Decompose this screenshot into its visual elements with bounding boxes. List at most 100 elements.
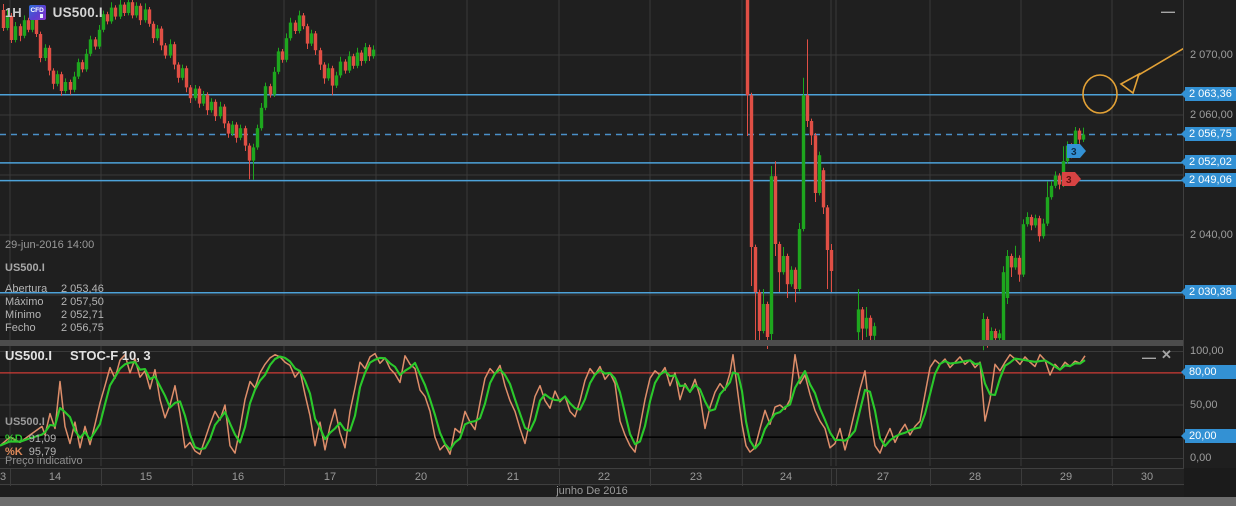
price-axis[interactable]: 2 070,00 2 060,00 2 040,00 2 063,36 2 056,75…: [1181, 0, 1236, 468]
date-cell-border: [831, 469, 832, 486]
candle-body: [280, 51, 285, 60]
candle-body: [793, 269, 798, 289]
candle-body: [985, 319, 990, 340]
stoch-level-badge[interactable]: 20,00: [1181, 429, 1236, 443]
date-cell-border: [559, 469, 560, 486]
stoch-indicator-name[interactable]: STOC-F 10, 3: [70, 348, 151, 363]
price-level-badge[interactable]: 2 056,75: [1181, 127, 1236, 141]
stoch-axis-label: 0,00: [1190, 452, 1212, 464]
price-axis-label: 2 070,00: [1190, 49, 1233, 61]
candle-body: [51, 70, 56, 84]
date-tick-label: 17: [323, 471, 337, 483]
candle-body: [230, 124, 235, 134]
candle-body: [126, 2, 131, 14]
stoch-d-row: %D 91,09: [5, 433, 57, 445]
candle-body: [765, 304, 770, 337]
candle-body: [343, 61, 348, 71]
price-level-badge[interactable]: 2 049,06: [1181, 173, 1236, 187]
candle-body: [355, 52, 360, 66]
candle-body: [777, 244, 782, 273]
candle-body: [284, 38, 289, 60]
minimize-chart-icon[interactable]: —: [1161, 4, 1175, 18]
date-cell-border: [1112, 469, 1113, 486]
stoch-legend: US500.I %D 91,09 %K 95,79: [5, 416, 57, 458]
horizontal-scrollbar[interactable]: [0, 497, 1236, 506]
candle-body: [997, 333, 1002, 339]
stoch-symbol: US500.I: [5, 348, 52, 363]
stoch-level-badge[interactable]: 80,00: [1181, 365, 1236, 379]
panel-splitter[interactable]: [0, 340, 1236, 346]
price-level-badge[interactable]: 2 030,38: [1181, 285, 1236, 299]
candle-body: [218, 106, 223, 117]
candle-body: [97, 29, 102, 47]
trading-chart-window: 33 1H CFD US500.I — 29-jun-2016 14:00 US…: [0, 0, 1236, 506]
ohlc-info-box: 29-jun-2016 14:00 US500.I Abertura 2 053…: [5, 239, 104, 335]
candle-body: [143, 9, 148, 21]
candle-body: [1021, 224, 1026, 275]
candle-body: [753, 247, 758, 292]
candle-body: [47, 47, 52, 71]
candle-body: [1001, 272, 1006, 340]
price-level-badge[interactable]: 2 052,02: [1181, 155, 1236, 169]
date-tick-label: 15: [139, 471, 153, 483]
candle-body: [821, 170, 826, 208]
candle-body: [1053, 175, 1058, 186]
candle-body: [856, 309, 861, 333]
date-cell-border: [376, 469, 377, 486]
info-symbol: US500.I: [5, 262, 45, 274]
candle-body: [26, 20, 31, 30]
candle-body: [860, 309, 865, 329]
candle-body: [993, 331, 998, 339]
minimize-stoch-icon[interactable]: —: [1142, 350, 1156, 364]
candle-body: [989, 331, 994, 340]
candle-body: [769, 176, 774, 334]
candle-body: [1029, 217, 1034, 226]
candle-body: [761, 304, 766, 331]
annotation-arrow[interactable]: [1136, 47, 1184, 77]
candle-body: [757, 292, 762, 331]
candle-body: [305, 26, 310, 44]
candle-body: [93, 39, 98, 47]
time-axis[interactable]: 3 14 15 16 17 20 21 22 23 24 27 28 29 30: [0, 468, 1184, 486]
stoch-k-line[interactable]: [0, 352, 1086, 455]
candle-body: [817, 155, 822, 193]
cfd-instrument-icon: CFD: [28, 5, 46, 20]
candle-body: [1049, 185, 1054, 198]
candle-body: [184, 68, 189, 88]
candle-body: [118, 4, 123, 17]
price-level-badge[interactable]: 2 063,36: [1181, 87, 1236, 101]
trade-marker-count: 3: [1071, 147, 1077, 158]
candle-body: [159, 28, 164, 46]
chart-canvas[interactable]: 33: [0, 0, 1184, 468]
candle-body: [1017, 257, 1022, 275]
candle-body: [864, 317, 869, 329]
candle-body: [176, 64, 181, 78]
date-tick-label: 29: [1059, 471, 1073, 483]
stoch-panel-title: US500.I STOC-F 10, 3: [5, 348, 151, 363]
month-bar: junho De 2016: [0, 485, 1184, 497]
candle-body: [38, 34, 43, 58]
candle-body: [773, 176, 778, 244]
candle-body: [247, 145, 252, 161]
candle-body: [359, 52, 364, 61]
candle-body: [209, 101, 214, 111]
annotation-arrowhead[interactable]: [1119, 72, 1141, 95]
date-cell-border: [467, 469, 468, 486]
candle-body: [251, 147, 256, 161]
candle-body: [268, 86, 273, 95]
candle-body: [781, 256, 786, 273]
candle-body: [1077, 130, 1082, 140]
candle-body: [172, 44, 177, 65]
candle-body: [84, 53, 89, 70]
candle-body: [259, 107, 264, 129]
candle-body: [338, 61, 343, 76]
close-stoch-icon[interactable]: ✕: [1161, 348, 1172, 361]
candle-body: [213, 101, 218, 117]
candle-body: [334, 75, 339, 86]
candle-body: [72, 76, 77, 90]
candle-body: [263, 86, 268, 108]
candle-body: [238, 128, 243, 138]
candle-body: [309, 33, 314, 44]
stoch-d-line[interactable]: [0, 355, 1086, 451]
candle-body: [168, 44, 173, 56]
